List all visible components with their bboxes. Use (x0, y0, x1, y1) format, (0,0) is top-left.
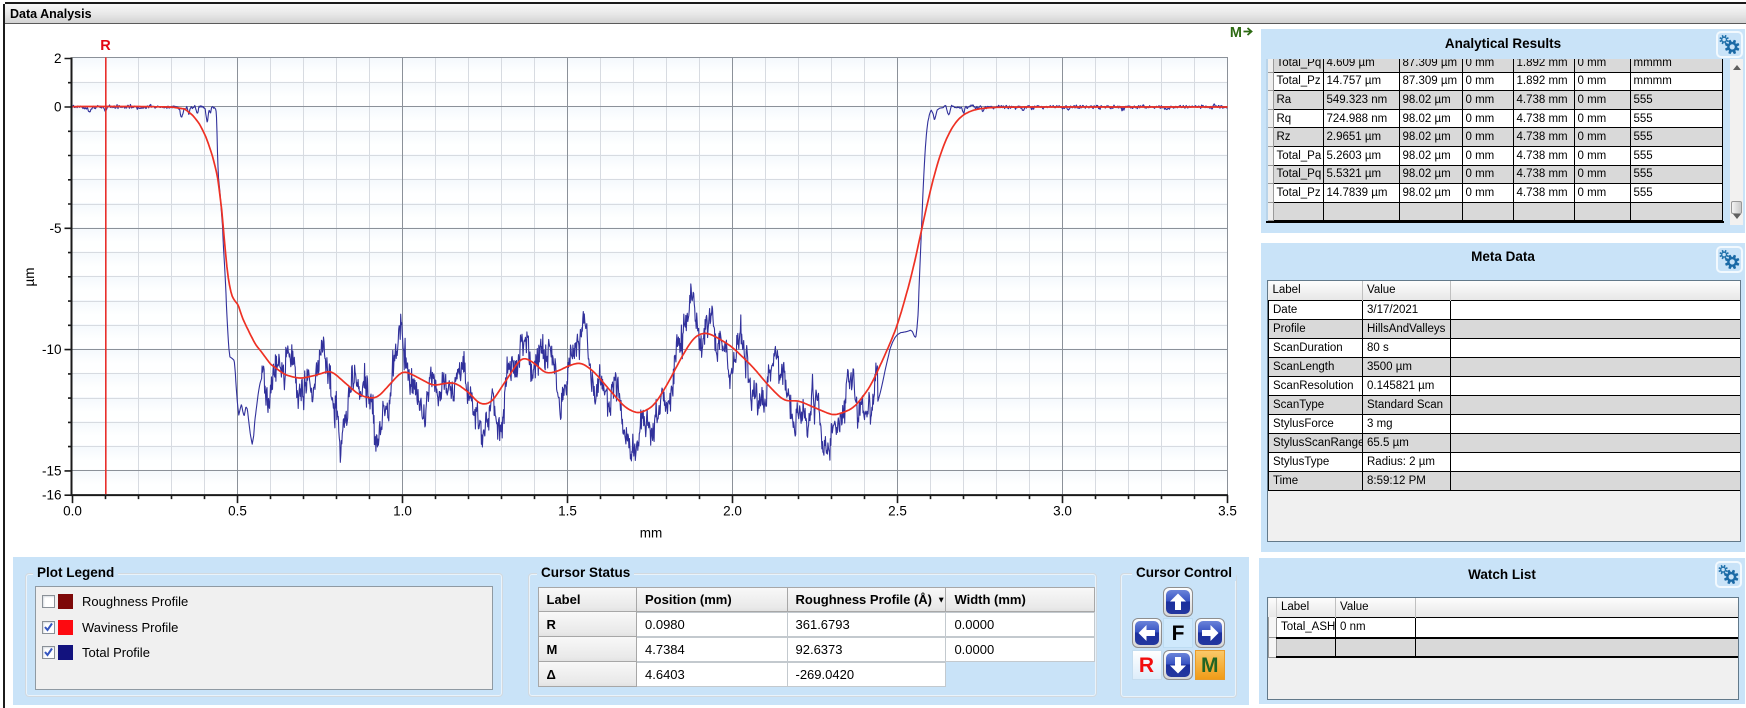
svg-text:3.0: 3.0 (1053, 504, 1072, 519)
svg-text:2.5: 2.5 (888, 504, 907, 519)
svg-text:-16: -16 (42, 488, 62, 503)
svg-text:0.5: 0.5 (228, 504, 247, 519)
svg-text:R: R (100, 38, 111, 54)
svg-text:0.0: 0.0 (63, 504, 82, 519)
svg-text:-10: -10 (42, 342, 62, 357)
svg-text:M: M (1230, 25, 1242, 41)
svg-text:2.0: 2.0 (723, 504, 742, 519)
svg-text:2: 2 (54, 51, 62, 66)
svg-text:-15: -15 (42, 463, 62, 478)
svg-text:0: 0 (54, 100, 62, 115)
svg-text:1.5: 1.5 (558, 504, 577, 519)
svg-text:µm: µm (22, 267, 37, 286)
svg-text:3.5: 3.5 (1218, 504, 1237, 519)
svg-text:1.0: 1.0 (393, 504, 412, 519)
svg-text:-5: -5 (49, 221, 61, 236)
svg-text:mm: mm (640, 526, 663, 541)
